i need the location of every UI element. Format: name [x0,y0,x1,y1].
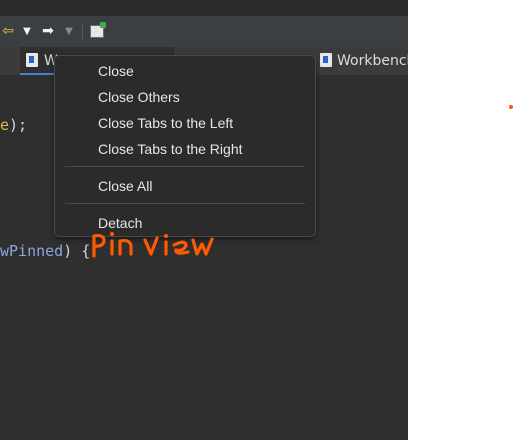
menu-item-close[interactable]: Close [98,63,134,79]
toolbar: ⇦ ▼ ➡ ▼ [0,16,408,47]
title-strip [0,0,408,16]
java-file-icon [26,53,38,67]
code-token: wPinned [0,242,64,260]
code-punctuation: ) { [63,242,91,260]
tab-context-menu: Close Close Others Close Tabs to the Lef… [54,55,316,237]
menu-item-close-all[interactable]: Close All [98,178,152,194]
code-token: e [0,116,10,134]
forward-arrow-icon[interactable]: ➡ [38,16,58,47]
back-dropdown-icon[interactable]: ▼ [20,16,34,47]
new-window-icon[interactable] [90,22,106,38]
code-punctuation: ); [9,116,28,134]
annotation-marker-dot [509,105,513,109]
back-arrow-icon[interactable]: ⇦ [0,16,16,47]
forward-dropdown-icon[interactable]: ▼ [62,16,76,47]
annotation-dot [110,232,114,236]
menu-separator [65,166,305,167]
code-line: wPinned) { [0,242,90,260]
menu-item-close-others[interactable]: Close Others [98,89,180,105]
code-line: e); [0,116,27,134]
menu-separator [65,203,305,204]
annotation-dot [164,234,168,238]
toolbar-separator [82,23,83,40]
tab-label: Workbench [337,53,408,69]
tab-workbench[interactable]: Workbench [316,47,408,75]
menu-item-close-tabs-right[interactable]: Close Tabs to the Right [98,141,243,157]
java-file-icon [320,53,332,67]
menu-item-close-tabs-left[interactable]: Close Tabs to the Left [98,115,233,131]
handwritten-annotation-pin-view [92,232,214,258]
plus-badge-icon [100,22,106,28]
